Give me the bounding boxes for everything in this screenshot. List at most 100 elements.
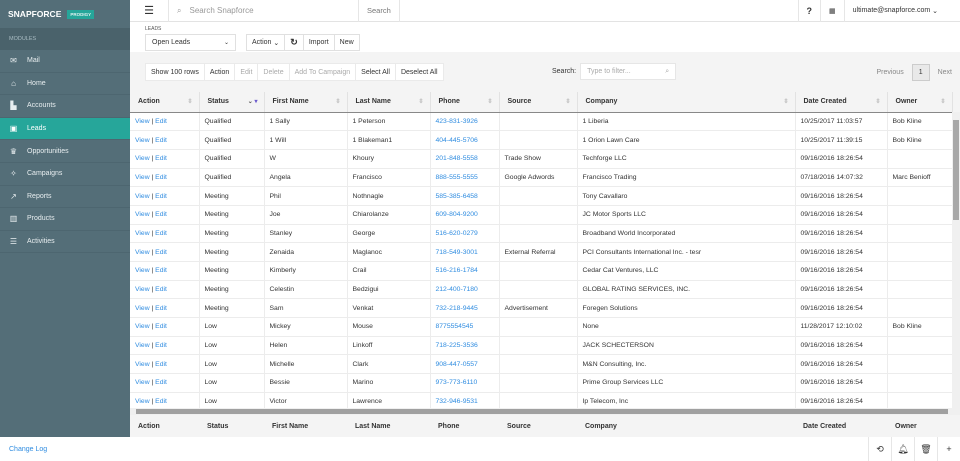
sort-icon[interactable]: ⌄ ▾	[248, 98, 258, 105]
edit-link[interactable]: Edit	[155, 305, 167, 312]
phone-link[interactable]: 908-447-0557	[436, 361, 478, 368]
phone-link[interactable]: 718-549-3001	[436, 249, 478, 256]
sort-icon[interactable]: ⇳	[565, 98, 570, 105]
view-link[interactable]: View	[135, 342, 150, 349]
edit-link[interactable]: Edit	[155, 286, 167, 293]
hamburger-menu-icon[interactable]: ☰	[130, 4, 168, 17]
sidebar-item-activities[interactable]: ☰ Activities	[0, 231, 130, 254]
phone-link[interactable]: 973-773-6110	[436, 379, 478, 386]
horizontal-scrollbar[interactable]	[130, 408, 960, 415]
view-link[interactable]: View	[135, 249, 150, 256]
column-header-status[interactable]: Status ⌄ ▾	[199, 92, 265, 113]
page-button[interactable]: 1	[911, 64, 930, 81]
sidebar-item-opportunities[interactable]: ♛ Opportunities	[0, 140, 130, 163]
view-link[interactable]: View	[135, 286, 150, 293]
sort-icon[interactable]: ⇳	[487, 98, 492, 105]
delete-button[interactable]: Delete	[257, 63, 290, 81]
edit-link[interactable]: Edit	[155, 230, 167, 237]
edit-link[interactable]: Edit	[155, 342, 167, 349]
phone-link[interactable]: 732-218-9445	[436, 305, 478, 312]
select-all-button[interactable]: Select All	[355, 63, 396, 81]
edit-link[interactable]: Edit	[155, 361, 167, 368]
filter-input[interactable]: Type to filter... ⌕	[580, 63, 677, 80]
edit-link[interactable]: Edit	[155, 267, 167, 274]
sort-icon[interactable]: ⇳	[783, 98, 788, 105]
history-icon[interactable]: ⟲	[868, 437, 891, 461]
sidebar-item-reports[interactable]: ↗ Reports	[0, 186, 130, 209]
view-link[interactable]: View	[135, 193, 150, 200]
edit-link[interactable]: Edit	[155, 249, 167, 256]
column-header-company[interactable]: Company ⇳	[577, 92, 796, 113]
deselect-all-button[interactable]: Deselect All	[394, 63, 444, 81]
edit-link[interactable]: Edit	[155, 193, 167, 200]
user-menu[interactable]: ultimate@snapforce.com ⌄	[843, 0, 960, 22]
calendar-icon[interactable]: ▦	[820, 0, 844, 22]
phone-link[interactable]: 609-804-9200	[436, 211, 478, 218]
phone-link[interactable]: 212-400-7180	[436, 286, 478, 293]
edit-button[interactable]: Edit	[234, 63, 259, 81]
view-link[interactable]: View	[135, 155, 150, 162]
add-to-campaign-button[interactable]: Add To Campaign	[288, 63, 357, 81]
edit-link[interactable]: Edit	[155, 155, 167, 162]
sort-icon[interactable]: ⇳	[418, 98, 423, 105]
sort-icon[interactable]: ⇳	[940, 98, 945, 105]
phone-link[interactable]: 888-555-5555	[436, 174, 478, 181]
edit-link[interactable]: Edit	[155, 379, 167, 386]
phone-link[interactable]: 718-225-3536	[436, 342, 478, 349]
edit-link[interactable]: Edit	[155, 211, 167, 218]
phone-link[interactable]: 423-831-3926	[436, 118, 478, 125]
next-button[interactable]: Next	[938, 69, 952, 76]
column-header-action[interactable]: Action ⇳	[130, 92, 200, 113]
sidebar-item-accounts[interactable]: ▙ Accounts	[0, 95, 130, 118]
new-button[interactable]: New	[333, 34, 360, 51]
view-link[interactable]: View	[135, 379, 150, 386]
change-log-link[interactable]: Change Log	[0, 446, 47, 453]
global-search-input[interactable]: ⌕ Search Snapforce	[168, 0, 358, 22]
edit-link[interactable]: Edit	[155, 174, 167, 181]
view-link[interactable]: View	[135, 137, 150, 144]
phone-link[interactable]: 516-620-0279	[436, 230, 478, 237]
view-link[interactable]: View	[135, 211, 150, 218]
view-link[interactable]: View	[135, 323, 150, 330]
view-link[interactable]: View	[135, 267, 150, 274]
import-button[interactable]: Import	[302, 34, 335, 51]
phone-link[interactable]: 404-445-5706	[436, 137, 478, 144]
edit-link[interactable]: Edit	[155, 118, 167, 125]
view-link[interactable]: View	[135, 361, 150, 368]
help-icon[interactable]: ?	[797, 0, 821, 22]
bell-icon[interactable]: 🔔︎	[891, 437, 914, 461]
phone-link[interactable]: 516-216-1784	[436, 267, 478, 274]
phone-link[interactable]: 8775554545	[436, 323, 474, 330]
column-header-first-name[interactable]: First Name ⇳	[264, 92, 348, 113]
vertical-scrollbar[interactable]	[952, 112, 960, 408]
action-button[interactable]: Action	[203, 63, 236, 81]
sidebar-item-home[interactable]: ⌂ Home	[0, 73, 130, 96]
sort-icon[interactable]: ⇳	[187, 98, 192, 105]
edit-link[interactable]: Edit	[155, 137, 167, 144]
view-link[interactable]: View	[135, 118, 150, 125]
sort-icon[interactable]: ⇳	[335, 98, 340, 105]
sidebar-item-campaigns[interactable]: ✧ Campaigns	[0, 163, 130, 186]
view-link[interactable]: View	[135, 230, 150, 237]
previous-button[interactable]: Previous	[876, 69, 903, 76]
edit-link[interactable]: Edit	[155, 323, 167, 330]
sort-icon[interactable]: ⇳	[875, 98, 880, 105]
edit-link[interactable]: Edit	[155, 398, 167, 405]
view-select[interactable]: Open Leads ⌄	[145, 34, 236, 51]
phone-link[interactable]: 732-946-9531	[436, 398, 478, 405]
column-header-date-created[interactable]: Date Created ⇳	[795, 92, 888, 113]
phone-link[interactable]: 201-848-5558	[436, 155, 478, 162]
show-rows-button[interactable]: Show 100 rows	[145, 63, 205, 81]
view-link[interactable]: View	[135, 398, 150, 405]
plus-icon[interactable]: +	[937, 437, 960, 461]
view-link[interactable]: View	[135, 305, 150, 312]
action-dropdown[interactable]: Action ⌄	[246, 34, 286, 51]
column-header-last-name[interactable]: Last Name ⇳	[347, 92, 431, 113]
sidebar-item-mail[interactable]: ✉ Mail	[0, 50, 130, 73]
refresh-icon[interactable]: ↻	[284, 34, 304, 51]
column-header-phone[interactable]: Phone ⇳	[430, 92, 500, 113]
sidebar-item-leads[interactable]: ▣ Leads	[0, 117, 130, 141]
search-button[interactable]: Search	[358, 0, 400, 22]
logo[interactable]: SNAPFORCE PRODIGY	[0, 0, 130, 28]
view-link[interactable]: View	[135, 174, 150, 181]
